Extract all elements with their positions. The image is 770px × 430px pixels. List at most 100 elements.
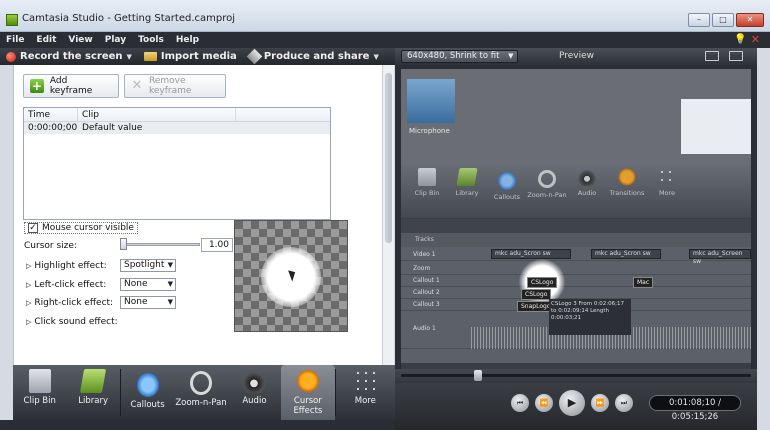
menu-bar: File Edit View Play Tools Help 💡 ✕ bbox=[0, 32, 770, 48]
column-header-clip[interactable]: Clip bbox=[78, 108, 236, 121]
cursor-effect-preview bbox=[234, 220, 348, 332]
window-title: Camtasia Studio - Getting Started.campro… bbox=[22, 13, 236, 24]
minimize-button[interactable]: – bbox=[688, 13, 710, 27]
tab-callouts[interactable]: Callouts bbox=[121, 365, 174, 420]
captured-ruler: Tracks bbox=[401, 233, 751, 247]
captured-tab: Callouts bbox=[487, 162, 527, 218]
right-click-effect-label: Right-click effect: bbox=[34, 298, 114, 308]
tab-label: Audio bbox=[242, 396, 267, 406]
menu-tools[interactable]: Tools bbox=[138, 35, 164, 45]
add-keyframe-button[interactable]: + Add keyframe bbox=[23, 74, 119, 98]
expand-triangle-icon[interactable]: ▷ bbox=[26, 262, 31, 270]
play-button[interactable]: ▶ bbox=[559, 390, 585, 416]
record-screen-button[interactable]: Record the screen ▼ bbox=[0, 48, 138, 65]
menu-file[interactable]: File bbox=[6, 35, 24, 45]
chevron-down-icon: ▼ bbox=[167, 280, 173, 288]
close-button[interactable]: ✕ bbox=[736, 13, 764, 27]
plus-icon: + bbox=[30, 79, 44, 93]
menu-view[interactable]: View bbox=[68, 35, 92, 45]
cursor-size-label: Cursor size: bbox=[24, 241, 77, 251]
captured-clip: mkc adu_Scron sw bbox=[591, 249, 661, 259]
title-bar: Camtasia Studio - Getting Started.campro… bbox=[0, 0, 770, 32]
playhead-thumb[interactable] bbox=[474, 370, 482, 381]
mouse-cursor-visible-checkbox[interactable]: ✓ bbox=[28, 223, 38, 233]
tab-cursor-effects[interactable]: Cursor Effects bbox=[281, 365, 335, 420]
menu-help[interactable]: Help bbox=[176, 35, 199, 45]
right-click-effect-row[interactable]: ▷ Right-click effect: bbox=[26, 298, 113, 308]
left-click-effect-select[interactable]: None ▼ bbox=[120, 278, 176, 291]
produce-share-button[interactable]: Produce and share ▼ bbox=[243, 48, 385, 65]
chevron-down-icon[interactable]: ▼ bbox=[127, 53, 132, 61]
tab-library[interactable]: Library bbox=[66, 365, 119, 420]
preview-size-value: 640x480, Shrink to fit bbox=[407, 51, 500, 61]
remove-keyframe-button[interactable]: ✕ Remove keyframe bbox=[124, 74, 226, 98]
rewind-button[interactable]: ⏪ bbox=[535, 394, 553, 412]
jump-to-end-button[interactable]: ⏭ bbox=[615, 394, 633, 412]
table-row[interactable]: 0:00:00;00 Default value bbox=[24, 122, 330, 134]
progress-track[interactable] bbox=[401, 374, 751, 377]
import-media-button[interactable]: Import media bbox=[138, 48, 243, 65]
tab-label: More bbox=[354, 396, 376, 406]
more-icon bbox=[354, 369, 377, 393]
captured-track: Zoom bbox=[401, 263, 751, 275]
clip-bin-icon bbox=[28, 369, 51, 393]
timeline-toolbar-strip bbox=[0, 420, 395, 430]
mouse-cursor-visible-option[interactable]: ✓ Mouse cursor visible bbox=[24, 222, 138, 234]
captured-timeline-toolbar bbox=[401, 219, 751, 233]
fast-forward-button[interactable]: ⏩ bbox=[591, 394, 609, 412]
left-click-effect-value: None bbox=[124, 279, 148, 289]
library-icon bbox=[456, 168, 478, 186]
jump-to-start-button[interactable]: ⏮ bbox=[511, 394, 529, 412]
expand-triangle-icon[interactable]: ▷ bbox=[26, 281, 31, 289]
detach-preview-icon[interactable] bbox=[729, 51, 743, 61]
maximize-button[interactable]: □ bbox=[712, 13, 734, 27]
menu-edit[interactable]: Edit bbox=[36, 35, 56, 45]
library-icon bbox=[80, 369, 107, 393]
chevron-down-icon: ▼ bbox=[508, 52, 514, 60]
preview-canvas[interactable]: Microphone Clip Bin Library Callouts Zoo… bbox=[401, 69, 751, 369]
captured-task-tabs: Clip Bin Library Callouts Zoom-n-Pan Aud… bbox=[401, 162, 751, 218]
panel-scrollbar[interactable] bbox=[382, 65, 394, 365]
cursor-effects-panel: + Add keyframe ✕ Remove keyframe Time Cl… bbox=[13, 65, 393, 365]
captured-tab: Clip Bin bbox=[407, 162, 447, 218]
click-sound-effect-row[interactable]: ▷ Click sound effect: bbox=[26, 317, 118, 327]
cursor-size-input[interactable]: 1.00 bbox=[201, 238, 233, 252]
tab-label: Zoom-n-Pan bbox=[175, 398, 227, 408]
preview-size-dropdown[interactable]: 640x480, Shrink to fit ▼ bbox=[401, 50, 519, 63]
highlight-effect-row[interactable]: ▷ Highlight effect: bbox=[26, 261, 107, 271]
preview-title: Preview bbox=[559, 51, 595, 61]
help-bulb-icon[interactable]: 💡 bbox=[734, 34, 746, 45]
tab-audio[interactable]: Audio bbox=[228, 365, 281, 420]
left-click-effect-row[interactable]: ▷ Left-click effect: bbox=[26, 280, 106, 290]
tab-clip-bin[interactable]: Clip Bin bbox=[13, 365, 66, 420]
speaker-icon bbox=[578, 168, 596, 186]
tab-label: Clip Bin bbox=[23, 396, 56, 406]
tab-zoom-n-pan[interactable]: Zoom-n-Pan bbox=[174, 365, 227, 420]
fullscreen-icon[interactable] bbox=[705, 51, 719, 61]
menu-play[interactable]: Play bbox=[105, 35, 126, 45]
right-click-effect-value: None bbox=[124, 297, 148, 307]
close-project-icon[interactable]: ✕ bbox=[751, 33, 760, 46]
keyframe-table: Time Clip 0:00:00;00 Default value bbox=[23, 107, 331, 220]
table-header: Time Clip bbox=[24, 108, 330, 122]
callout-icon bbox=[498, 172, 516, 190]
highlight-effect-select[interactable]: Spotlight ▼ bbox=[120, 259, 176, 272]
highlight-effect-label: Highlight effect: bbox=[34, 261, 107, 271]
column-header-time[interactable]: Time bbox=[24, 108, 78, 121]
right-click-effect-select[interactable]: None ▼ bbox=[120, 296, 176, 309]
cursor-size-slider-track[interactable] bbox=[122, 243, 200, 246]
cursor-size-slider-thumb[interactable] bbox=[120, 238, 127, 250]
captured-tag: Mac bbox=[633, 277, 654, 288]
captured-screen-top: Microphone bbox=[401, 69, 751, 162]
scrollbar-thumb[interactable] bbox=[385, 73, 392, 243]
expand-triangle-icon[interactable]: ▷ bbox=[26, 299, 31, 307]
chevron-down-icon[interactable]: ▼ bbox=[373, 53, 378, 61]
cursor-effects-icon bbox=[296, 369, 319, 393]
more-icon bbox=[658, 168, 676, 186]
click-sound-effect-label: Click sound effect: bbox=[34, 317, 118, 327]
tab-more[interactable]: More bbox=[336, 365, 395, 420]
preview-header: 640x480, Shrink to fit ▼ Preview bbox=[395, 48, 757, 65]
expand-triangle-icon[interactable]: ▷ bbox=[26, 318, 31, 326]
record-screen-label: Record the screen bbox=[20, 51, 123, 62]
playback-progress[interactable] bbox=[395, 369, 757, 383]
